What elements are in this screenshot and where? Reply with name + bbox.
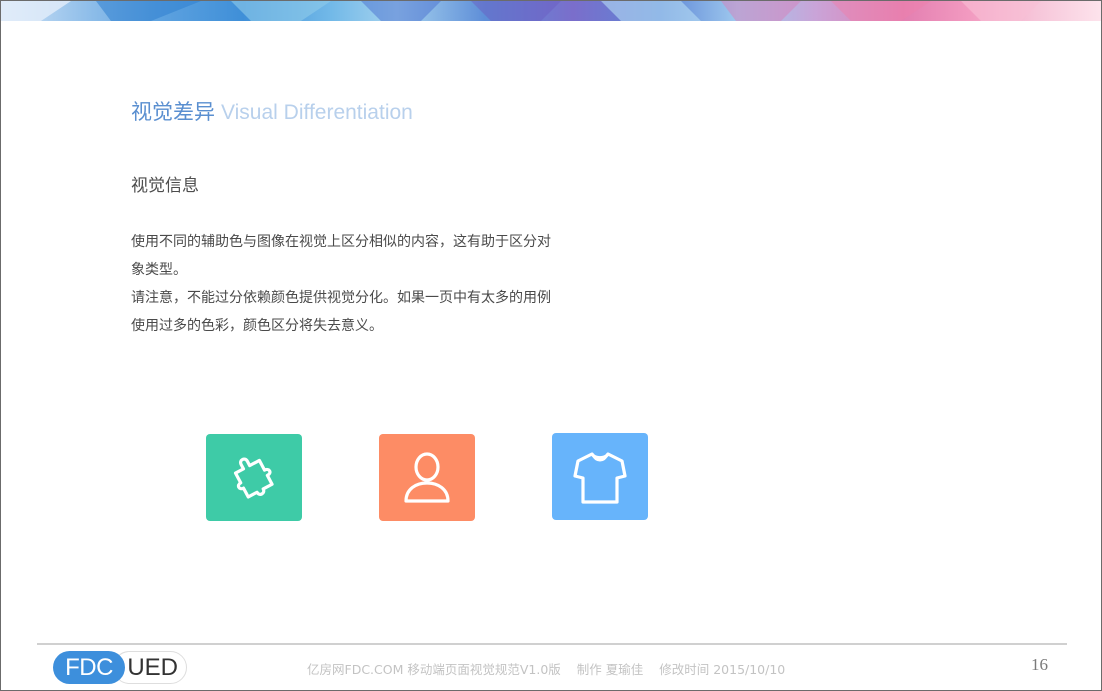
user-icon: [404, 451, 450, 503]
body-text: 使用不同的辅助色与图像在视觉上区分相似的内容，这有助于区分对象类型。 请注意，不…: [131, 228, 551, 340]
slide-title-cn: 视觉差异: [131, 100, 215, 124]
banner-polygons: [1, 1, 1041, 21]
fdc-ued-logo: UED FDC: [53, 651, 187, 684]
slide-title-en: Visual Differentiation: [221, 101, 413, 124]
shirt-icon: [573, 451, 627, 504]
footer-info: 亿房网FDC.COM 移动端页面视觉规范V1.0版 制作 夏瑜佳 修改时间 20…: [307, 659, 797, 678]
page-number: 16: [1031, 655, 1048, 674]
paragraph-2: 请注意，不能过分依赖颜色提供视觉分化。如果一页中有太多的用例使用过多的色彩，颜色…: [131, 290, 551, 334]
user-icon-tile: [379, 434, 475, 521]
shirt-icon-tile: [552, 433, 648, 520]
top-banner: [1, 1, 1101, 21]
section-subtitle: 视觉信息: [131, 176, 199, 196]
footer-divider: [37, 643, 1067, 645]
slide: 视觉差异 Visual Differentiation 视觉信息 使用不同的辅助色…: [0, 0, 1102, 691]
footer-modified: 修改时间 2015/10/10: [659, 662, 786, 677]
footer-doc-title: 亿房网FDC.COM 移动端页面视觉规范V1.0版: [307, 662, 561, 677]
footer-author: 制作 夏瑜佳: [576, 662, 644, 677]
logo-fdc-text: FDC: [53, 651, 125, 684]
puzzle-icon: [233, 457, 274, 499]
slide-title: 视觉差异 Visual Differentiation: [131, 96, 413, 126]
puzzle-icon-tile: [206, 434, 302, 521]
paragraph-1: 使用不同的辅助色与图像在视觉上区分相似的内容，这有助于区分对象类型。: [131, 234, 551, 278]
